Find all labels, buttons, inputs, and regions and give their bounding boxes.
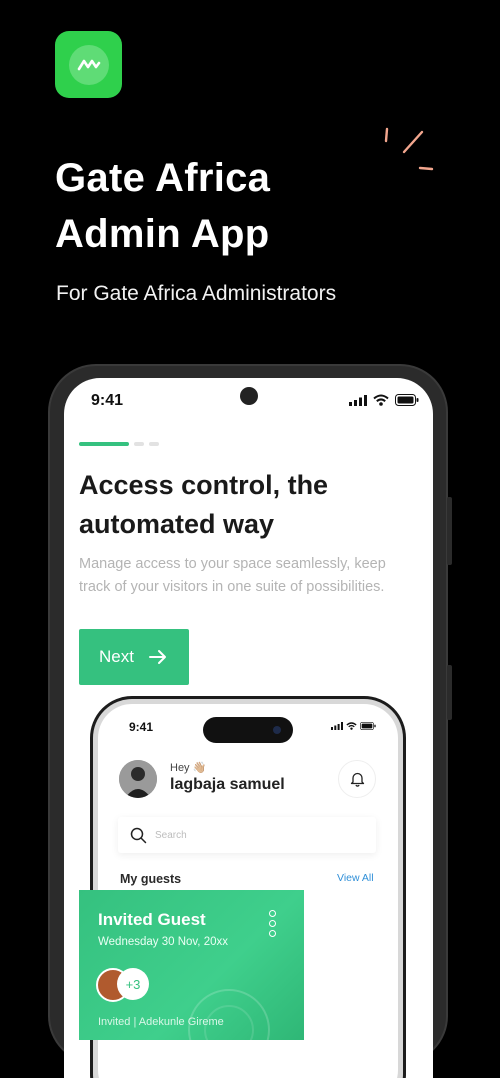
my-guests-heading: My guests — [120, 872, 182, 886]
bell-icon — [350, 772, 364, 787]
progress-step — [149, 442, 159, 446]
battery-icon — [395, 394, 419, 406]
greeting-text: Hey 👋🏼 — [170, 762, 207, 774]
phone-side-button — [447, 665, 452, 720]
wifi-icon — [346, 722, 357, 730]
card-title: Invited Guest — [98, 910, 206, 929]
wave-icon — [77, 59, 100, 70]
user-name: lagbaja samuel — [170, 776, 285, 793]
sparkle-icon — [384, 127, 434, 171]
headline-line-1: Access control, the — [79, 470, 329, 500]
inner-status-time: 9:41 — [129, 720, 154, 734]
progress-step-active — [79, 442, 129, 446]
onboarding-description: Manage access to your space seamlessly, … — [79, 556, 386, 595]
search-input[interactable]: Search — [118, 817, 376, 853]
title-line-2: Admin App — [55, 212, 270, 256]
invited-guest-card[interactable]: Invited Guest Wednesday 30 Nov, 20xx +3 … — [79, 890, 304, 1040]
battery-icon — [360, 722, 376, 730]
app-logo — [55, 31, 122, 98]
signal-icon — [349, 394, 367, 406]
inner-status-icons — [331, 722, 376, 730]
page-subtitle: For Gate Africa Administrators — [56, 282, 337, 305]
wifi-icon — [373, 394, 389, 406]
progress-step — [134, 442, 144, 446]
guest-count-badge: +3 — [117, 968, 149, 1000]
phone-side-button — [447, 497, 452, 565]
user-avatar[interactable] — [119, 760, 157, 798]
person-icon — [119, 760, 157, 798]
card-footer-text: Invited | Adekunle Gireme — [98, 1016, 224, 1028]
next-button-label: Next — [99, 647, 134, 666]
page-title: Gate Africa Admin App — [55, 150, 270, 262]
status-icons — [349, 394, 419, 406]
next-button[interactable]: Next — [79, 629, 189, 685]
dynamic-island — [203, 717, 293, 743]
camera-lens-icon — [273, 726, 281, 734]
onboarding-progress — [79, 442, 159, 446]
logo-mark — [68, 44, 109, 85]
search-placeholder: Search — [155, 829, 187, 841]
title-line-1: Gate Africa — [55, 156, 271, 200]
card-date: Wednesday 30 Nov, 20xx — [98, 936, 228, 948]
signal-icon — [331, 722, 343, 730]
headline-line-2: automated way — [79, 509, 275, 539]
camera-icon — [240, 387, 258, 405]
more-options-icon[interactable] — [269, 910, 276, 937]
view-all-link[interactable]: View All — [337, 872, 374, 884]
arrow-right-icon — [148, 650, 166, 664]
status-time: 9:41 — [91, 392, 124, 409]
onboarding-headline: Access control, the automated way — [79, 466, 419, 544]
notifications-button[interactable] — [338, 760, 376, 798]
search-icon — [130, 827, 147, 843]
